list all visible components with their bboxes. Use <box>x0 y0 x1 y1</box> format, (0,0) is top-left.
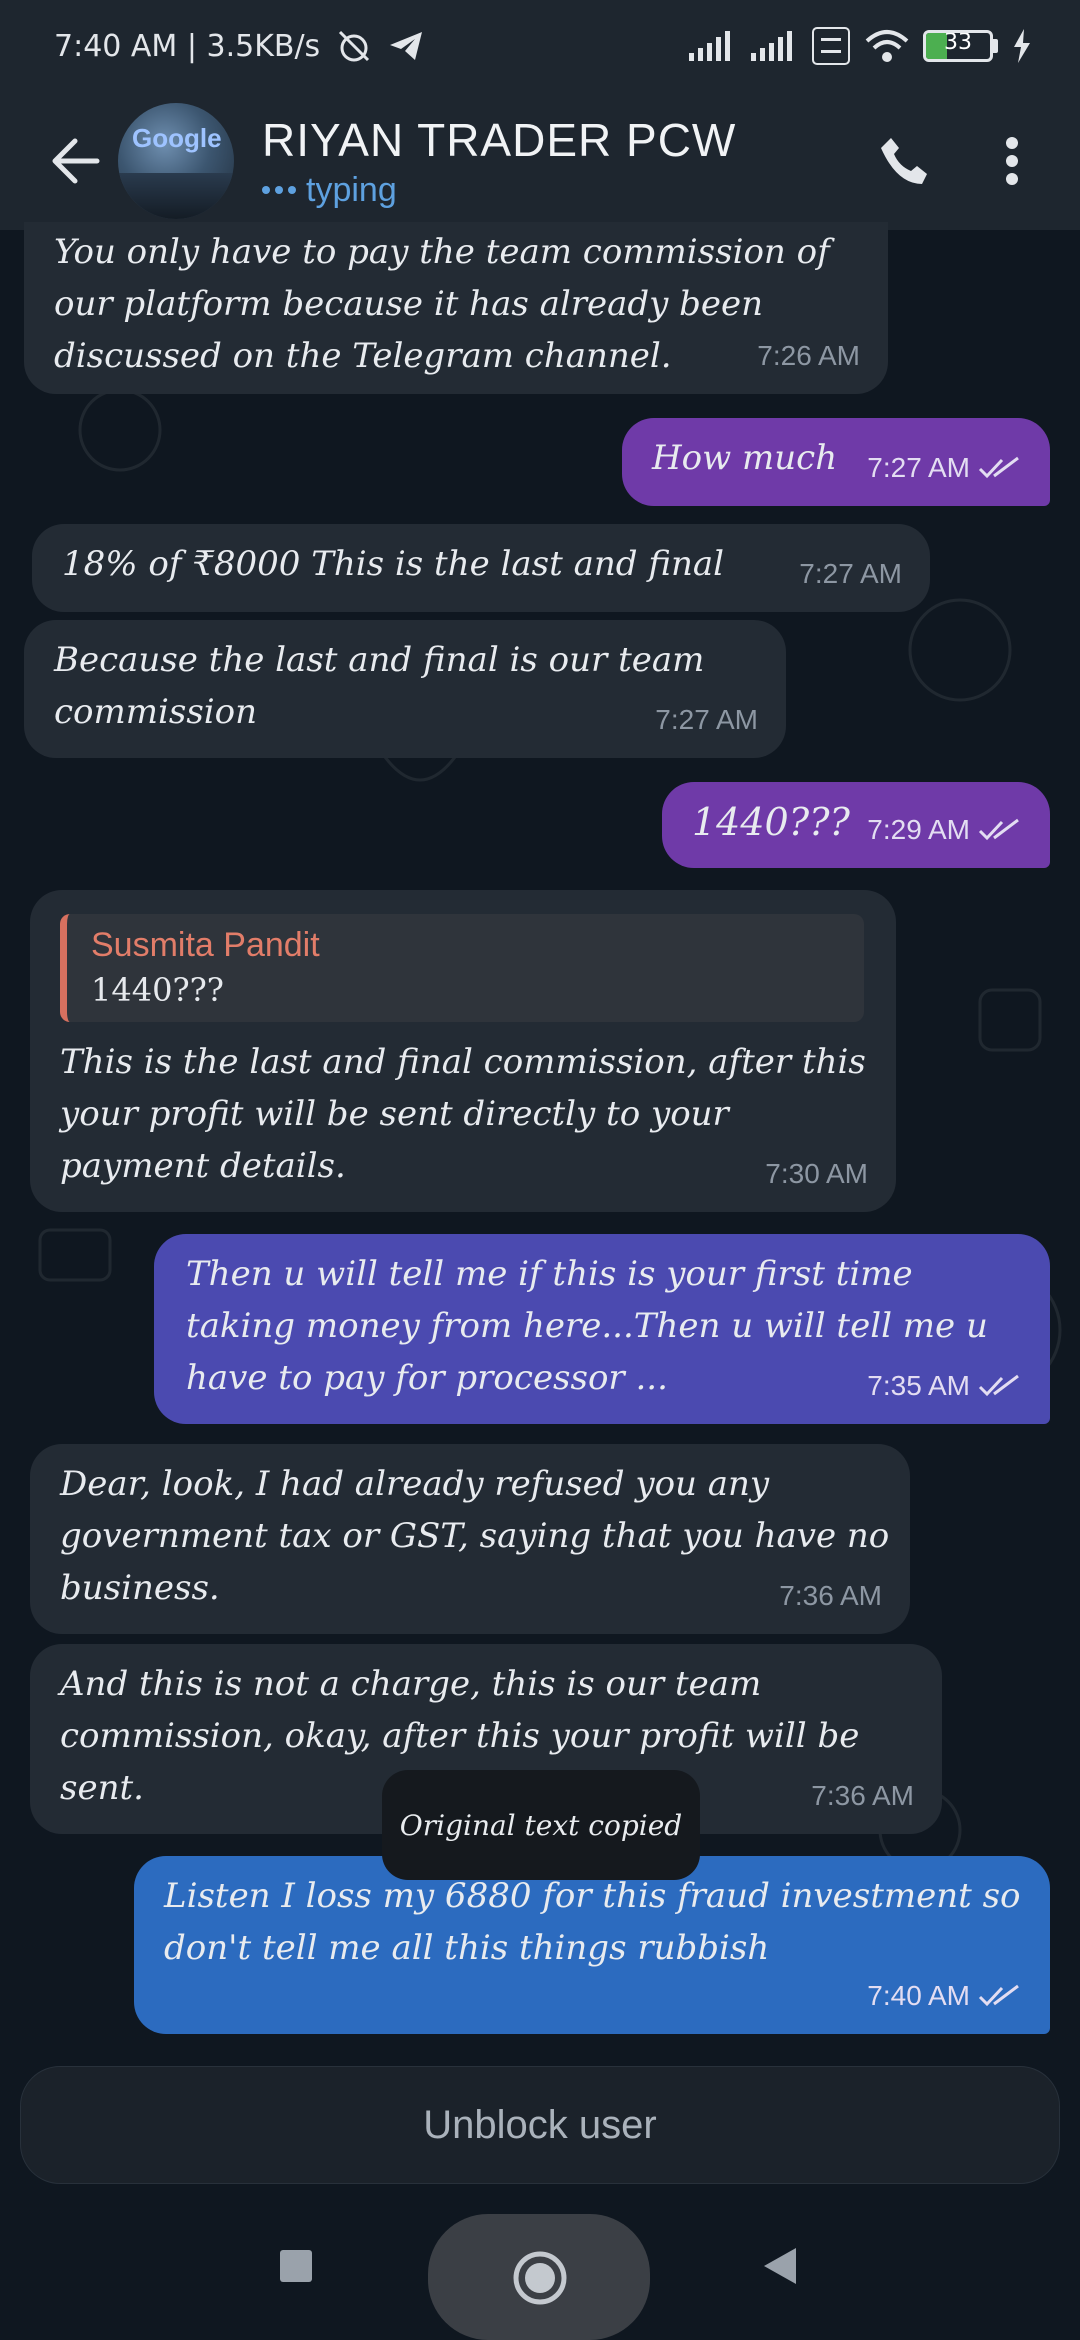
avatar[interactable]: Google <box>118 103 234 219</box>
system-nav-bar <box>0 2200 1080 2340</box>
phone-icon <box>881 138 927 184</box>
avatar-text: Google <box>132 123 222 153</box>
message-time: 7:35 AM <box>867 1360 1022 1412</box>
message-text: 18% of ₹8000 This is the last and final <box>62 544 725 584</box>
wifi-icon <box>865 30 909 62</box>
message-time: 7:36 AM <box>811 1780 914 1811</box>
vowifi-icon <box>812 27 850 65</box>
double-check-icon <box>978 1374 1019 1397</box>
back-nav-button[interactable] <box>762 2246 802 2286</box>
message-text: Because the last and final is our team c… <box>54 640 705 732</box>
message-incoming[interactable]: Because the last and final is our team c… <box>24 620 786 758</box>
double-check-icon <box>978 1984 1019 2007</box>
message-text: This is the last and final commission, a… <box>60 1042 866 1186</box>
status-left: 7:40 AM | 3.5KB/s <box>54 28 424 64</box>
status-right: 33 <box>687 26 1032 66</box>
message-time: 7:27 AM <box>655 704 758 735</box>
message-time: 7:30 AM <box>765 1158 868 1189</box>
message-outgoing[interactable]: How much 7:27 AM <box>622 418 1050 506</box>
reply-text: 1440??? <box>91 971 224 1009</box>
signal-icon-2 <box>751 31 792 61</box>
message-time: 7:36 AM <box>779 1580 882 1611</box>
double-check-icon <box>978 818 1019 841</box>
message-text: Dear, look, I had already refused you an… <box>60 1464 890 1608</box>
charging-icon <box>1014 29 1030 63</box>
chat-header: Google RIYAN TRADER PCW typing <box>0 92 1080 230</box>
message-outgoing[interactable]: Listen I loss my 6880 for this fraud inv… <box>134 1856 1050 2034</box>
toast-text: Original text copied <box>399 1808 683 1842</box>
message-text: You only have to pay the team commission… <box>54 232 830 376</box>
message-text: 1440??? <box>692 800 850 844</box>
unblock-user-button[interactable]: Unblock user <box>20 2066 1060 2184</box>
message-outgoing[interactable]: 1440??? 7:29 AM <box>662 782 1050 868</box>
reply-author: Susmita Pandit <box>91 926 320 964</box>
alarm-off-icon <box>339 30 370 62</box>
battery-level: 33 <box>944 30 972 55</box>
typing-dots-icon <box>262 186 296 194</box>
message-outgoing[interactable]: Then u will tell me if this is your firs… <box>154 1234 1050 1424</box>
chat-title-area[interactable]: RIYAN TRADER PCW typing <box>262 113 850 210</box>
message-incoming[interactable]: 18% of ₹8000 This is the last and final … <box>32 524 930 612</box>
more-vert-icon <box>1006 137 1018 185</box>
unblock-label: Unblock user <box>423 2102 657 2147</box>
message-time: 7:40 AM <box>867 1970 1022 2022</box>
double-check-icon <box>978 456 1019 479</box>
square-icon <box>280 2250 312 2282</box>
message-time: 7:27 AM <box>799 558 902 589</box>
status-time-speed: 7:40 AM | 3.5KB/s <box>54 28 321 64</box>
battery-icon: 33 <box>923 30 998 62</box>
message-incoming[interactable]: Dear, look, I had already refused you an… <box>30 1444 910 1634</box>
call-button[interactable] <box>850 92 958 230</box>
typing-label: typing <box>306 170 397 209</box>
chat-title: RIYAN TRADER PCW <box>262 113 737 166</box>
status-bar: 7:40 AM | 3.5KB/s 33 <box>0 0 1080 92</box>
toast-notification: Original text copied <box>382 1770 700 1880</box>
message-time: 7:27 AM <box>867 442 1022 494</box>
recents-button[interactable] <box>276 2246 316 2286</box>
triangle-back-icon <box>764 2248 796 2284</box>
message-time: 7:29 AM <box>867 804 1022 856</box>
back-arrow-icon <box>52 138 100 184</box>
message-time: 7:26 AM <box>757 340 860 371</box>
chat-status: typing <box>262 171 850 210</box>
more-options-button[interactable] <box>958 92 1066 230</box>
signal-icon <box>689 31 730 61</box>
message-text: Listen I loss my 6880 for this fraud inv… <box>164 1876 1021 1968</box>
telegram-icon <box>390 32 423 60</box>
home-circle-icon <box>513 2251 567 2305</box>
home-button[interactable] <box>510 2248 570 2308</box>
message-incoming-reply[interactable]: Susmita Pandit 1440??? This is the last … <box>30 890 896 1212</box>
message-incoming[interactable]: You only have to pay the team commission… <box>24 222 888 394</box>
message-text: How much <box>652 438 838 478</box>
reply-quote[interactable]: Susmita Pandit 1440??? <box>60 914 864 1022</box>
